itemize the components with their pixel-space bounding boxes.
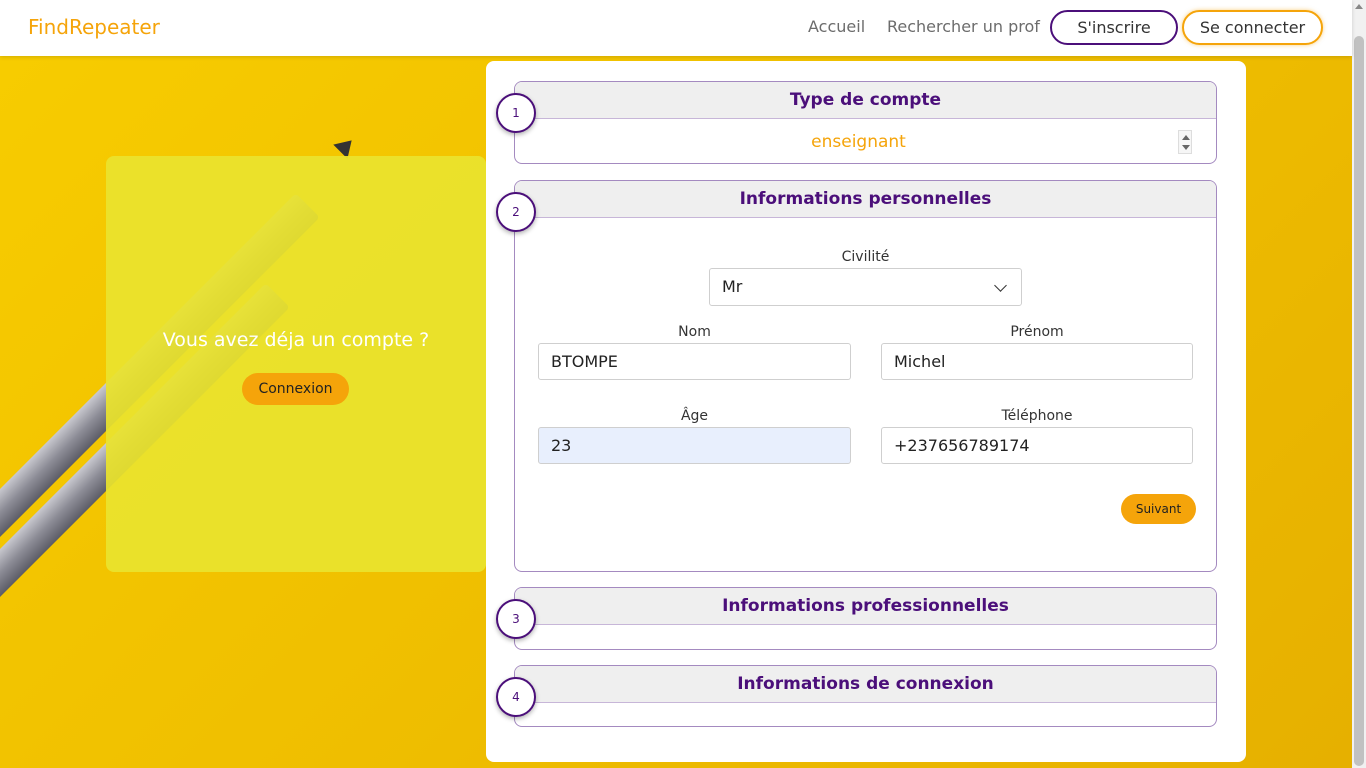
section-connection-info: Informations de connexion xyxy=(514,665,1217,727)
section-account-type: Type de compte enseignant xyxy=(514,81,1217,164)
nom-input[interactable]: BTOMPE xyxy=(538,343,851,380)
civility-select[interactable]: Mr xyxy=(709,268,1022,306)
nom-label: Nom xyxy=(678,324,711,340)
pencil-tip xyxy=(333,133,359,159)
step-2-indicator: 2 xyxy=(496,192,536,232)
chevron-down-icon xyxy=(994,279,1007,292)
spinner-down-icon[interactable] xyxy=(1182,145,1190,150)
account-type-value[interactable]: enseignant xyxy=(515,132,1202,152)
prenom-input[interactable]: Michel xyxy=(881,343,1193,380)
step-3-indicator: 3 xyxy=(496,599,536,639)
nav-link-accueil[interactable]: Accueil xyxy=(808,17,865,36)
age-label: Âge xyxy=(680,408,709,424)
login-button[interactable]: Se connecter xyxy=(1182,10,1323,45)
scrollbar-thumb[interactable] xyxy=(1354,36,1364,766)
next-button[interactable]: Suivant xyxy=(1121,494,1196,524)
login-prompt-card: Vous avez déja un compte ? Connexion xyxy=(106,156,486,572)
section-title[interactable]: Type de compte xyxy=(515,82,1216,119)
nav-link-rechercher[interactable]: Rechercher un prof xyxy=(887,17,1040,36)
spinner-up-icon[interactable] xyxy=(1182,135,1190,140)
telephone-input[interactable]: +237656789174 xyxy=(881,427,1193,464)
section-title[interactable]: Informations professionnelles xyxy=(515,588,1216,625)
step-1-indicator: 1 xyxy=(496,93,536,133)
account-type-spinner[interactable] xyxy=(1178,130,1192,154)
page-scrollbar[interactable] xyxy=(1352,0,1366,768)
section-title[interactable]: Informations de connexion xyxy=(515,666,1216,703)
connexion-button[interactable]: Connexion xyxy=(242,373,349,405)
login-prompt-title: Vous avez déja un compte ? xyxy=(162,329,430,351)
section-title[interactable]: Informations personnelles xyxy=(515,181,1216,218)
civility-label: Civilité xyxy=(841,249,890,265)
prenom-label: Prénom xyxy=(1010,324,1064,340)
step-4-indicator: 4 xyxy=(496,677,536,717)
age-input[interactable]: 23 xyxy=(538,427,851,464)
section-personal-info: Informations personnelles Civilité Mr No… xyxy=(514,180,1217,572)
telephone-label: Téléphone xyxy=(1001,408,1073,424)
civility-selected-value: Mr xyxy=(722,277,743,296)
signup-button[interactable]: S'inscrire xyxy=(1050,10,1178,45)
section-professional-info: Informations professionnelles xyxy=(514,587,1217,650)
navbar: FindRepeater Accueil Rechercher un prof … xyxy=(0,0,1352,56)
scroll-up-icon[interactable] xyxy=(1355,4,1363,9)
brand-logo[interactable]: FindRepeater xyxy=(28,15,160,39)
